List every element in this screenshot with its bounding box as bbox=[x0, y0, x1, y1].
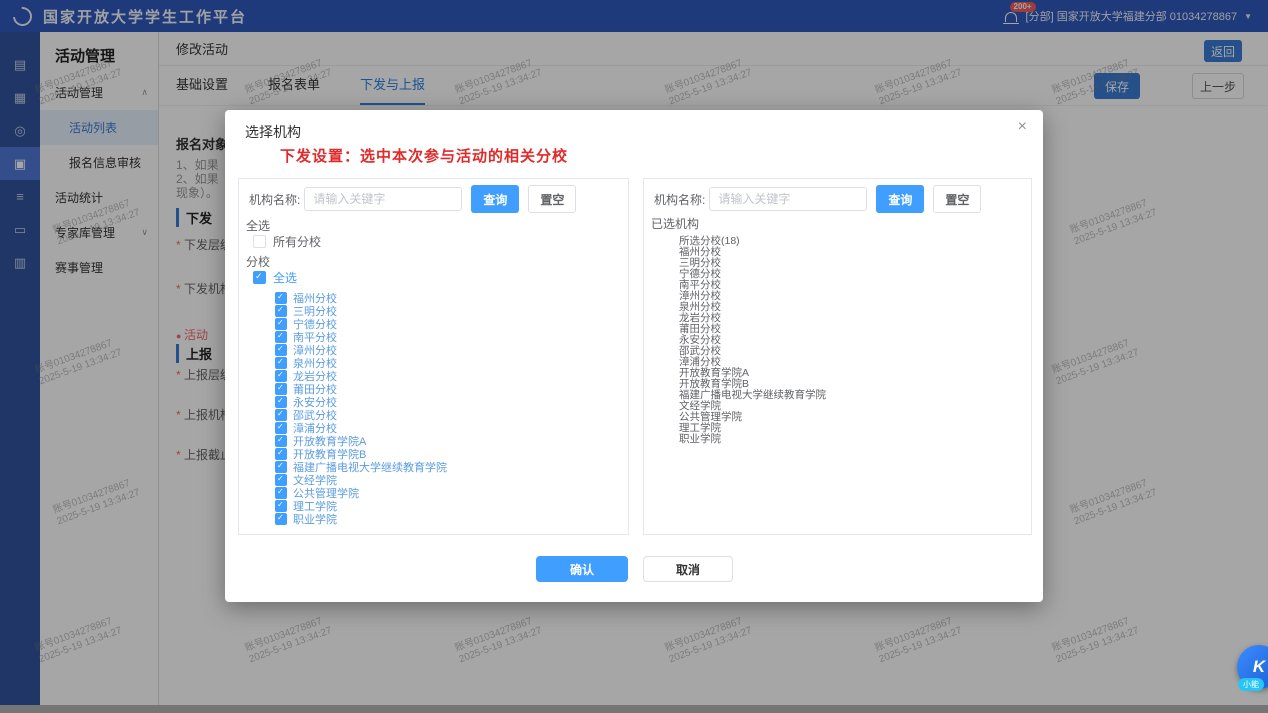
checkbox-checked[interactable] bbox=[275, 292, 287, 304]
checkbox-checked[interactable] bbox=[275, 513, 287, 525]
checkbox-checked[interactable] bbox=[275, 474, 287, 486]
selected-org-item: 职业学院 bbox=[679, 434, 826, 445]
checkbox-checked[interactable] bbox=[275, 487, 287, 499]
org-name-label: 机构名称: bbox=[249, 191, 300, 208]
left-search-row: 机构名称: 查询 置空 bbox=[249, 185, 576, 213]
all-branches-checkbox-row[interactable]: 所有分校 bbox=[253, 233, 321, 250]
all-branches-label: 所有分校 bbox=[273, 233, 321, 250]
org-selected-panel: 机构名称: 查询 置空 已选机构 所选分校(18) 福州分校 三明分校 宁德分校 bbox=[643, 178, 1032, 535]
modal-title: 选择机构 bbox=[245, 122, 301, 142]
checkbox-checked[interactable] bbox=[275, 448, 287, 460]
search-button[interactable]: 查询 bbox=[876, 185, 924, 213]
checkbox-checked[interactable] bbox=[275, 305, 287, 317]
checkbox-checked[interactable] bbox=[275, 409, 287, 421]
select-all-group-label: 全选 bbox=[246, 217, 270, 234]
checkbox-checked[interactable] bbox=[275, 500, 287, 512]
check-all-label: 全选 bbox=[273, 269, 297, 286]
check-all-row[interactable]: 全选 bbox=[253, 269, 297, 286]
assistant-widget[interactable]: K 小能 bbox=[1237, 645, 1268, 689]
org-source-panel: 机构名称: 查询 置空 全选 所有分校 分校 全选 福州分校 bbox=[238, 178, 629, 535]
org-name-label: 机构名称: bbox=[654, 191, 705, 208]
modal-annotation: 下发设置：选中本次参与活动的相关分校 bbox=[280, 145, 568, 166]
app-root: 国家开放大学学生工作平台 200+ [分部] 国家开放大学福建分部 010342… bbox=[0, 0, 1268, 713]
selected-orgs-label: 已选机构 bbox=[651, 215, 699, 232]
checkbox-unchecked[interactable] bbox=[253, 235, 266, 248]
cancel-button[interactable]: 取消 bbox=[643, 556, 733, 582]
selected-items: 福州分校 三明分校 宁德分校 南平分校 漳州分校 泉州分校 龙岩分校 莆田分校 bbox=[679, 247, 826, 445]
branch-checkbox-list: 福州分校 三明分校 宁德分校 南平分校 bbox=[275, 291, 447, 525]
branch-group-label: 分校 bbox=[246, 253, 270, 270]
clear-button[interactable]: 置空 bbox=[933, 185, 981, 213]
org-search-input[interactable] bbox=[304, 187, 462, 211]
branch-checkbox-row[interactable]: 职业学院 bbox=[275, 512, 447, 525]
select-org-modal: 选择机构 × 下发设置：选中本次参与活动的相关分校 机构名称: 查询 置空 全选… bbox=[225, 110, 1043, 602]
checkbox-checked[interactable] bbox=[275, 318, 287, 330]
selected-orgs-list: 所选分校(18) 福州分校 三明分校 宁德分校 南平分校 漳州分校 泉州分校 bbox=[679, 236, 826, 445]
checkbox-checked[interactable] bbox=[275, 357, 287, 369]
checkbox-checked[interactable] bbox=[275, 422, 287, 434]
checkbox-checked[interactable] bbox=[275, 461, 287, 473]
selected-search-input[interactable] bbox=[709, 187, 867, 211]
checkbox-checked[interactable] bbox=[275, 344, 287, 356]
search-button[interactable]: 查询 bbox=[471, 185, 519, 213]
assistant-label: 小能 bbox=[1238, 678, 1264, 691]
clear-button[interactable]: 置空 bbox=[528, 185, 576, 213]
confirm-button[interactable]: 确认 bbox=[536, 556, 628, 582]
checkbox-checked[interactable] bbox=[275, 331, 287, 343]
checkbox-checked[interactable] bbox=[275, 370, 287, 382]
branch-label: 职业学院 bbox=[293, 511, 337, 527]
checkbox-checked[interactable] bbox=[275, 383, 287, 395]
close-icon[interactable]: × bbox=[1018, 119, 1027, 135]
checkbox-checked[interactable] bbox=[275, 396, 287, 408]
right-search-row: 机构名称: 查询 置空 bbox=[654, 185, 981, 213]
checkbox-checked[interactable] bbox=[275, 435, 287, 447]
checkbox-checked[interactable] bbox=[253, 271, 266, 284]
